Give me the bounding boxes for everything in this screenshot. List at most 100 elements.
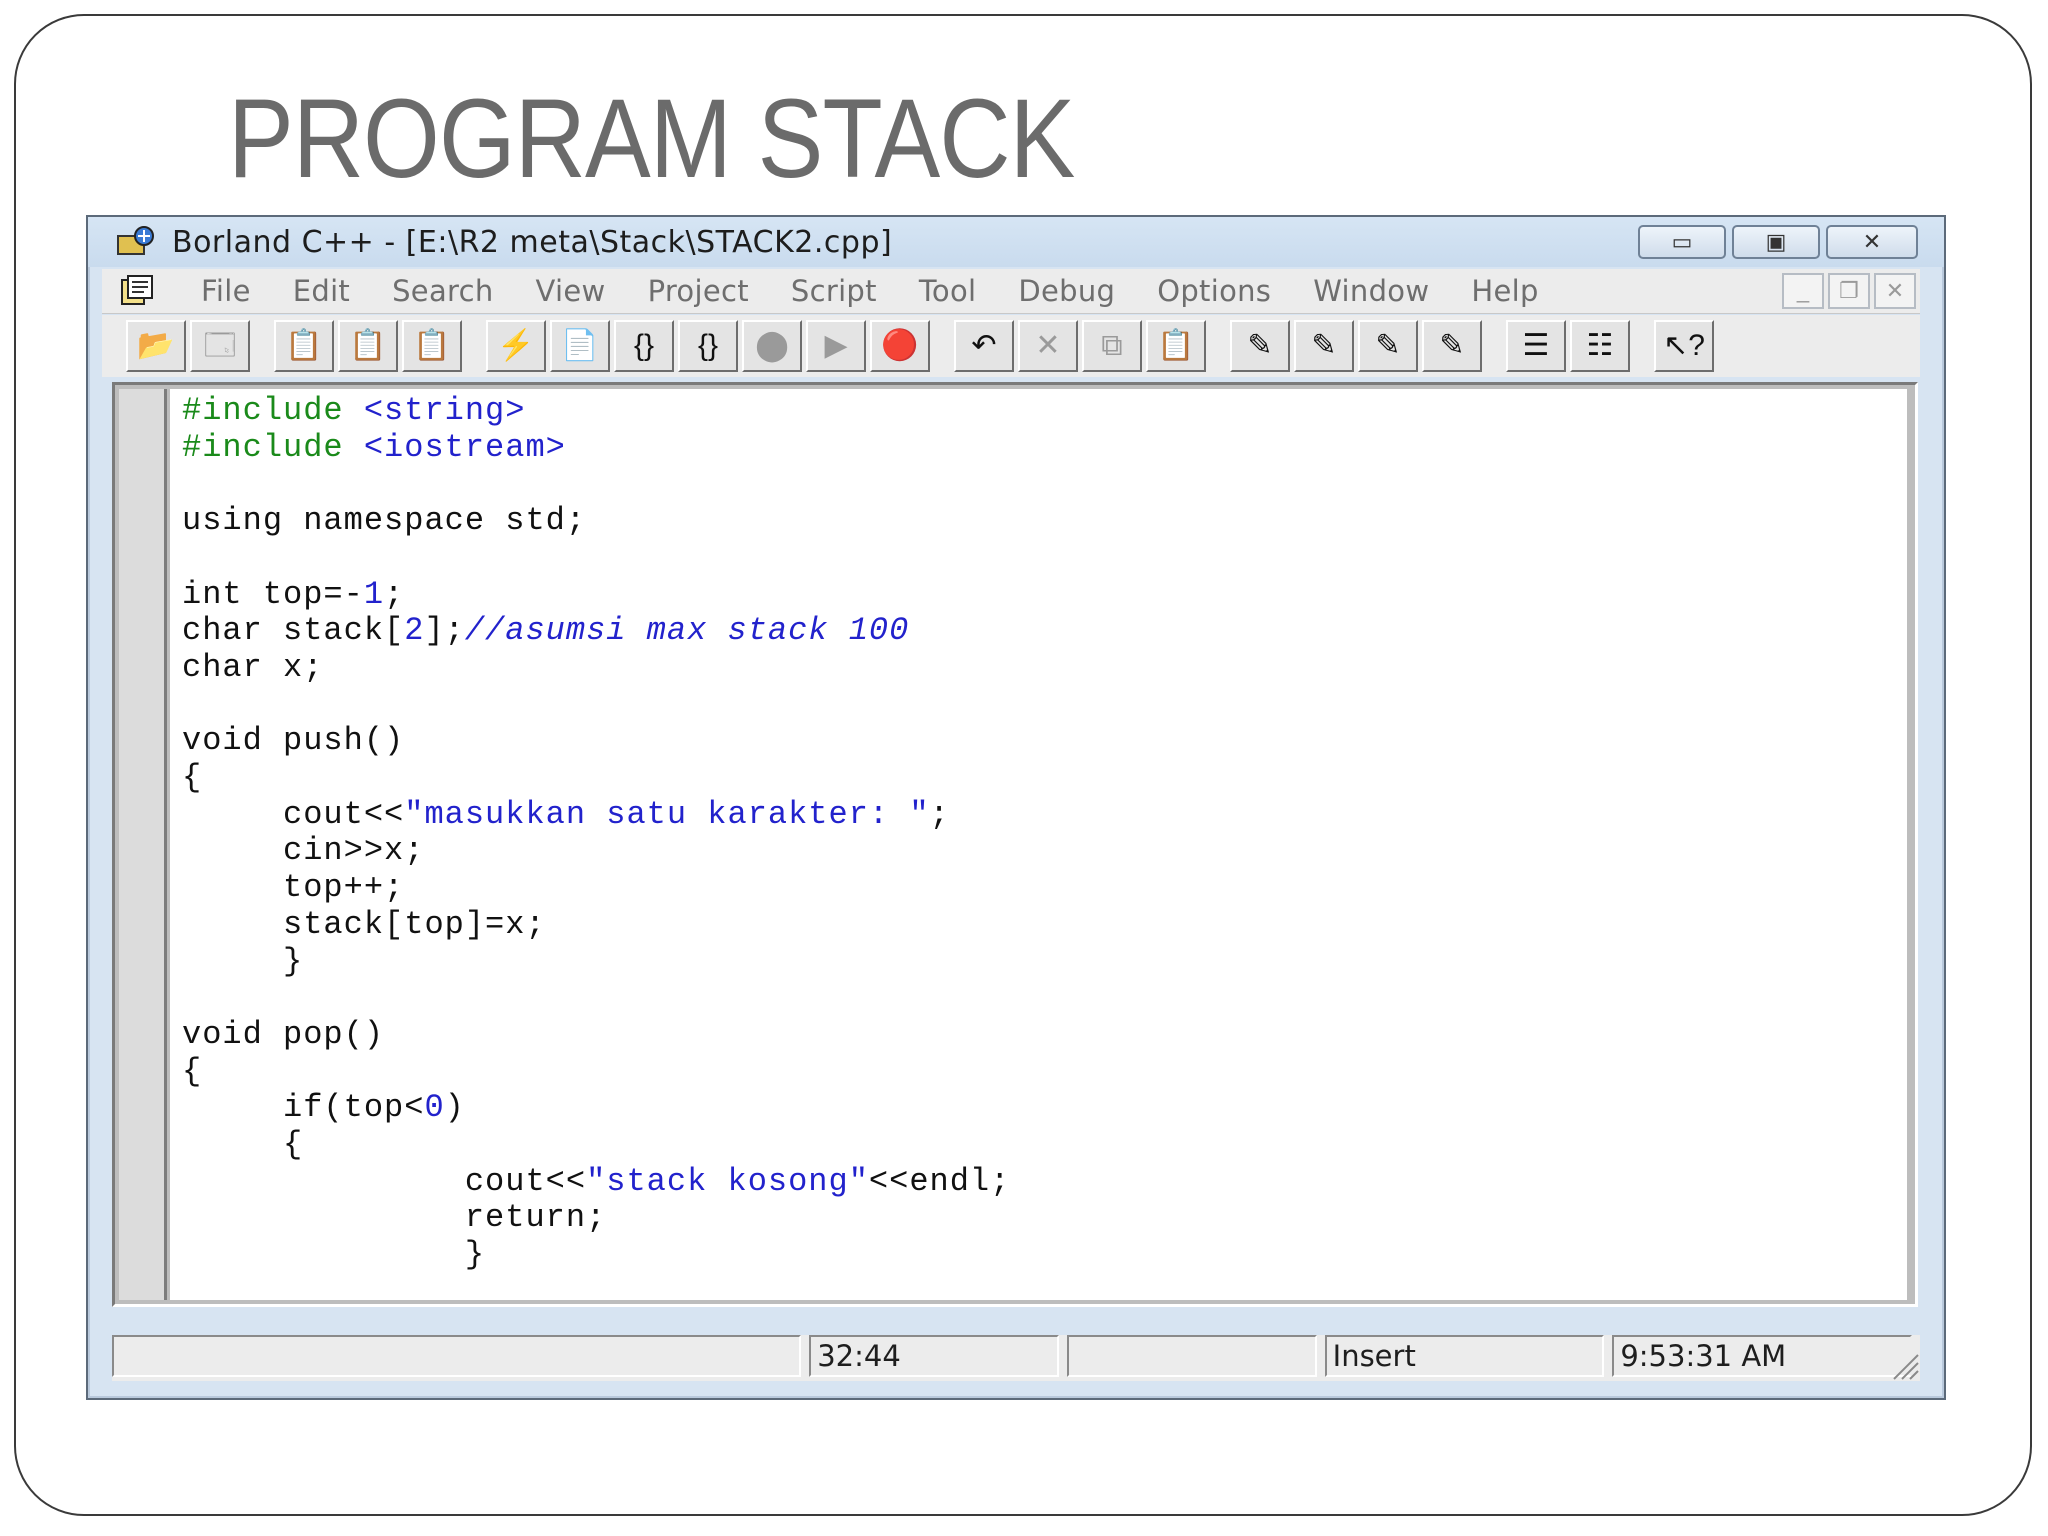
code-token: 0 [424, 1089, 445, 1127]
code-token: if(top< [182, 1089, 425, 1127]
menu-search[interactable]: Search [371, 274, 514, 308]
code-line: #include <iostream> [182, 428, 566, 466]
code-line: cout<<"stack kosong"<<endl; [182, 1162, 1011, 1200]
maximize-button[interactable]: ▣ [1732, 225, 1820, 259]
code-token: void pop() [182, 1015, 385, 1053]
delete-node-icon[interactable]: 📋 [338, 320, 398, 372]
status-cursor-position: 32:44 [809, 1335, 1059, 1377]
code-line: } [182, 943, 303, 980]
menu-debug[interactable]: Debug [997, 274, 1136, 308]
add-node-icon[interactable]: 📋 [274, 320, 334, 372]
borland-app-icon [117, 226, 154, 255]
code-token: using namespace std; [182, 502, 587, 540]
child-close-button[interactable]: ✕ [1874, 273, 1916, 309]
help-pointer-icon[interactable]: ↖? [1654, 320, 1714, 372]
status-clock: 9:53:31 AM [1612, 1335, 1912, 1377]
title-bar[interactable]: Borland C++ - [E:\R2 meta\Stack\STACK2.c… [88, 217, 1944, 267]
undo-icon[interactable]: ↶ [954, 320, 1014, 372]
menu-window[interactable]: Window [1292, 274, 1450, 308]
toolbar: 📂 🗔 📋 📋 📋 ⚡ 📄{}{} ⬤ ▶ 🔴 ↶ ✕ ⧉ 📋 ✎ ✎ ✎ ✎ ☰ ☷ ↖? [102, 315, 1920, 377]
minimize-button[interactable]: ▭ [1638, 225, 1726, 259]
toolbar-group: ↖? [1654, 320, 1718, 372]
project-window-icon[interactable]: ☷ [1570, 320, 1630, 372]
window-title: Borland C++ - [E:\R2 meta\Stack\STACK2.c… [172, 224, 893, 260]
paste-icon[interactable]: 📋 [1146, 320, 1206, 372]
close-button[interactable]: ✕ [1826, 225, 1918, 259]
borland-window: Borland C++ - [E:\R2 meta\Stack\STACK2.c… [86, 215, 1946, 1400]
menu-tool[interactable]: Tool [898, 274, 998, 308]
code-line: if(top<0) [182, 1090, 465, 1126]
code-token: ; [929, 795, 950, 833]
replace-icon[interactable]: ✎ [1294, 320, 1354, 372]
toolbar-group: ⚡ 📄{}{} ⬤ ▶ 🔴 [486, 320, 934, 372]
code-line: char x; [182, 648, 324, 686]
editor-frame: #include <string> #include <iostream> usin… [112, 382, 1918, 1307]
code-token: ]; [424, 612, 465, 650]
code-token: "stack kosong" [586, 1162, 869, 1200]
menu-file[interactable]: File [180, 274, 272, 308]
message-window-icon[interactable]: ☰ [1506, 320, 1566, 372]
status-insert-mode: Insert [1324, 1335, 1605, 1377]
search-again-icon[interactable]: ✎ [1358, 320, 1418, 372]
child-minimize-button[interactable]: _ [1782, 273, 1824, 309]
document-icon[interactable] [116, 274, 160, 308]
find-icon[interactable]: ✎ [1230, 320, 1290, 372]
code-token: 1 [363, 575, 385, 613]
code-token: "masukkan satu karakter: " [404, 795, 930, 833]
code-line: return; [182, 1200, 606, 1236]
code-token: char x; [182, 648, 324, 686]
code-line: { [182, 1127, 303, 1163]
code-token: char stack[ [182, 612, 405, 650]
breakpoint-icon[interactable]: 🔴 [870, 320, 930, 372]
step-into-icon[interactable]: 📄 [550, 320, 610, 372]
code-line: cout<<"masukkan satu karakter: "; [182, 795, 950, 833]
resize-grip-icon[interactable] [1886, 1347, 1920, 1381]
child-restore-button[interactable]: ❐ [1828, 273, 1870, 309]
menu-view[interactable]: View [515, 274, 627, 308]
menu-project[interactable]: Project [627, 274, 770, 308]
code-token: { [182, 1126, 304, 1163]
code-token: void push() [182, 722, 405, 760]
stop-icon[interactable]: ⬤ [742, 320, 802, 372]
status-message [112, 1335, 802, 1377]
code-token: <<endl; [868, 1162, 1011, 1200]
code-token: #include [182, 428, 364, 466]
editor-gutter [119, 389, 167, 1300]
step-over-icon[interactable]: {} [614, 320, 674, 372]
menu-edit[interactable]: Edit [272, 274, 371, 308]
menu-options[interactable]: Options [1136, 274, 1292, 308]
code-line: void push() [182, 723, 404, 759]
code-token: 2 [404, 612, 425, 650]
status-bar: 32:44 Insert 9:53:31 AM [112, 1335, 1920, 1381]
code-line: void pop() [182, 1015, 385, 1053]
browse-symbol-icon[interactable]: ✎ [1422, 320, 1482, 372]
code-token: return; [182, 1199, 607, 1237]
code-token: ; [384, 575, 405, 613]
slide-title: PROGRAM STACK [228, 76, 1075, 201]
code-token: cout<< [182, 795, 405, 833]
code-line: stack[top]=x; [182, 906, 546, 943]
code-token: <iostream> [363, 428, 566, 466]
code-token: cin>>x; [182, 832, 425, 870]
code-token: int top=- [182, 575, 364, 613]
copy-icon[interactable]: ⧉ [1082, 320, 1142, 372]
code-line: char stack[2];//asumsi max stack 100 [182, 613, 909, 649]
trace-into-icon[interactable]: {} [678, 320, 738, 372]
cut-icon[interactable]: ✕ [1018, 320, 1078, 372]
open-project-icon[interactable]: 📂 [126, 320, 186, 372]
toolbar-group: 📂 🗔 [126, 320, 254, 372]
status-modified [1066, 1335, 1317, 1377]
menu-help[interactable]: Help [1450, 274, 1559, 308]
code-line: cin>>x; [182, 833, 424, 869]
code-line: int top=-1; [182, 575, 405, 613]
run-icon[interactable]: ⚡ [486, 320, 546, 372]
pause-icon[interactable]: ▶ [806, 320, 866, 372]
toolbar-group: ✎ ✎ ✎ ✎ [1230, 320, 1486, 372]
close-project-icon[interactable]: 🗔 [190, 320, 250, 372]
menu-bar: File Edit Search View Project Script Too… [102, 269, 1920, 314]
code-token: top++; [182, 869, 405, 907]
menu-script[interactable]: Script [770, 274, 898, 308]
code-token: { [182, 759, 203, 796]
code-editor[interactable]: #include <string> #include <iostream> usin… [170, 389, 1907, 1300]
node-options-icon[interactable]: 📋 [402, 320, 462, 372]
